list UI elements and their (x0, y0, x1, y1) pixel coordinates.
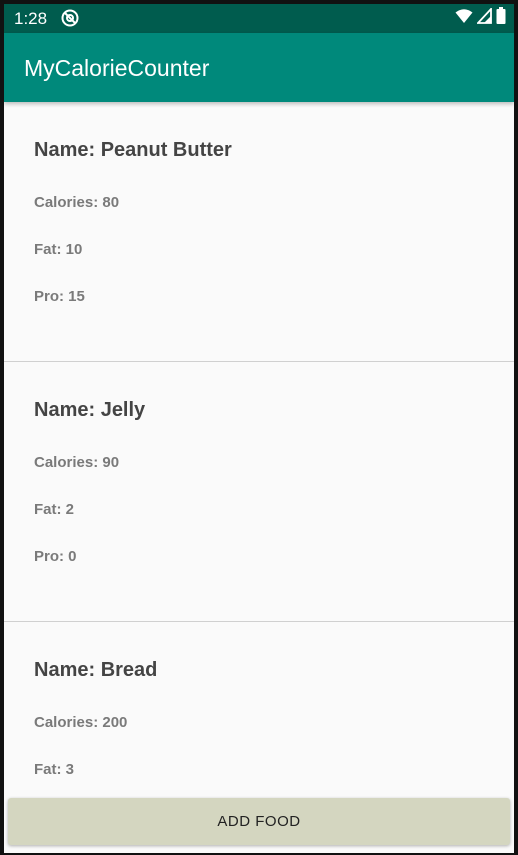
food-name: Name: Bread (34, 659, 158, 681)
app-bar: MyCalorieCounter (4, 33, 514, 102)
food-name: Name: Peanut Butter (34, 139, 232, 161)
food-calories: Calories: 80 (34, 194, 120, 211)
status-time: 1:28 (14, 9, 48, 28)
notification-icon (61, 9, 79, 27)
food-list[interactable]: Name: Peanut Butter Calories: 80 Fat: 10… (4, 102, 514, 799)
food-name: Name: Jelly (34, 399, 146, 421)
list-item[interactable]: Name: Jelly Calories: 90 Fat: 2 Pro: 0 (4, 362, 514, 622)
list-item[interactable]: Name: Bread Calories: 200 Fat: 3 (4, 622, 514, 799)
food-fat: Fat: 10 (34, 241, 83, 258)
status-icons (455, 6, 506, 29)
wifi-icon (455, 8, 473, 29)
add-food-button[interactable]: ADD FOOD (8, 798, 510, 845)
screen: 1:28 MyCalorieCounter Name: Peanut Butte… (4, 4, 514, 853)
food-fat: Fat: 2 (34, 501, 75, 518)
device-frame: 1:28 MyCalorieCounter Name: Peanut Butte… (0, 0, 518, 855)
status-bar: 1:28 (4, 4, 514, 33)
food-calories: Calories: 200 (34, 714, 128, 731)
food-protein: Pro: 0 (34, 548, 77, 565)
food-fat: Fat: 3 (34, 761, 75, 778)
battery-icon (496, 7, 506, 29)
list-item[interactable]: Name: Peanut Butter Calories: 80 Fat: 10… (4, 102, 514, 362)
app-title: MyCalorieCounter (24, 55, 210, 81)
food-calories: Calories: 90 (34, 454, 120, 471)
food-protein: Pro: 15 (34, 288, 85, 305)
signal-icon (475, 6, 492, 29)
